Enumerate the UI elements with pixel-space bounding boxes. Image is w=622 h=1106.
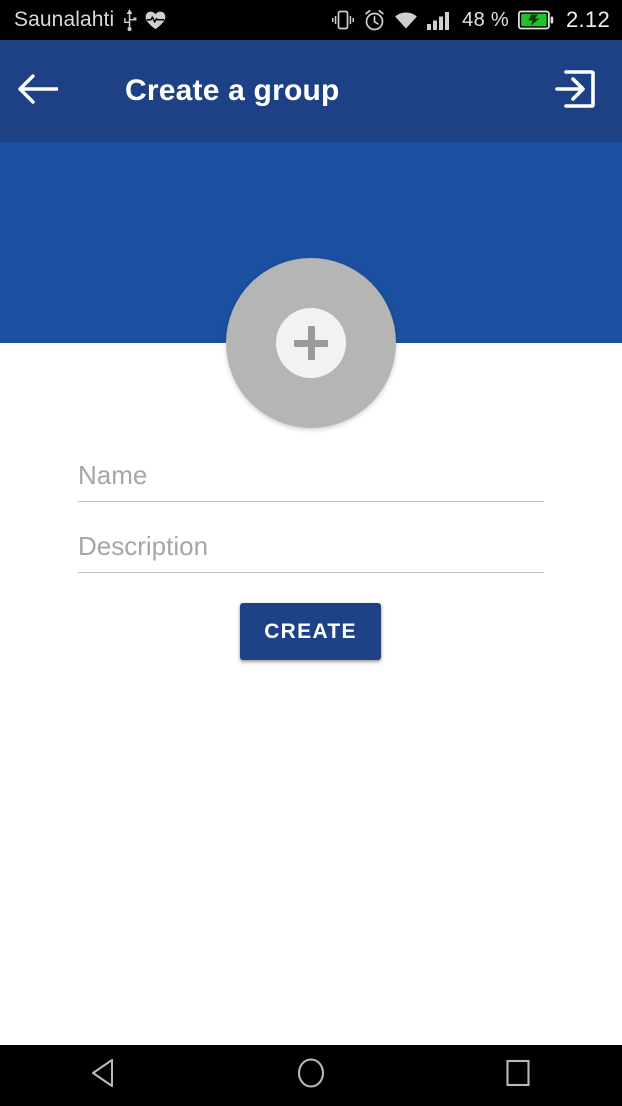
- exit-to-app-button[interactable]: [538, 40, 612, 142]
- plus-vertical-bar: [307, 326, 315, 360]
- group-avatar-picker[interactable]: [226, 258, 396, 428]
- nav-home-button[interactable]: [251, 1045, 371, 1106]
- nav-back-button[interactable]: [44, 1045, 164, 1106]
- status-bar-right: 48 % 2.12: [331, 7, 610, 33]
- nav-recents-square-icon: [504, 1058, 532, 1093]
- page-title: Create a group: [125, 74, 340, 107]
- name-input[interactable]: [78, 455, 544, 502]
- battery-charging-icon: [517, 10, 554, 30]
- android-navigation-bar: [0, 1045, 622, 1106]
- clock-label: 2.12: [565, 7, 610, 32]
- group-form: [78, 455, 544, 573]
- nav-home-circle-icon: [296, 1057, 326, 1094]
- cellular-signal-icon: [427, 11, 453, 30]
- create-button[interactable]: CREATE: [240, 603, 381, 660]
- wifi-icon: [394, 11, 418, 30]
- app-bar: Create a group: [0, 40, 622, 142]
- status-bar-left: Saunalahti: [14, 8, 331, 32]
- carrier-label: Saunalahti: [14, 8, 115, 31]
- usb-icon: [122, 9, 137, 31]
- status-bar: Saunalahti 48 % 2.12: [0, 0, 622, 40]
- alarm-clock-icon: [364, 9, 385, 31]
- add-plus-icon: [276, 308, 346, 378]
- heart-rate-icon: [145, 11, 166, 30]
- back-button[interactable]: [0, 40, 74, 142]
- nav-back-triangle-icon: [90, 1058, 118, 1093]
- vibrate-icon: [331, 9, 355, 31]
- battery-percent-label: 48 %: [462, 8, 509, 31]
- description-input[interactable]: [78, 526, 544, 573]
- arrow-back-icon: [16, 72, 59, 111]
- phone-screen: Saunalahti 48 % 2.12 Create a group Name…: [0, 0, 622, 1106]
- nav-recents-button[interactable]: [458, 1045, 578, 1106]
- exit-to-app-icon: [552, 66, 598, 117]
